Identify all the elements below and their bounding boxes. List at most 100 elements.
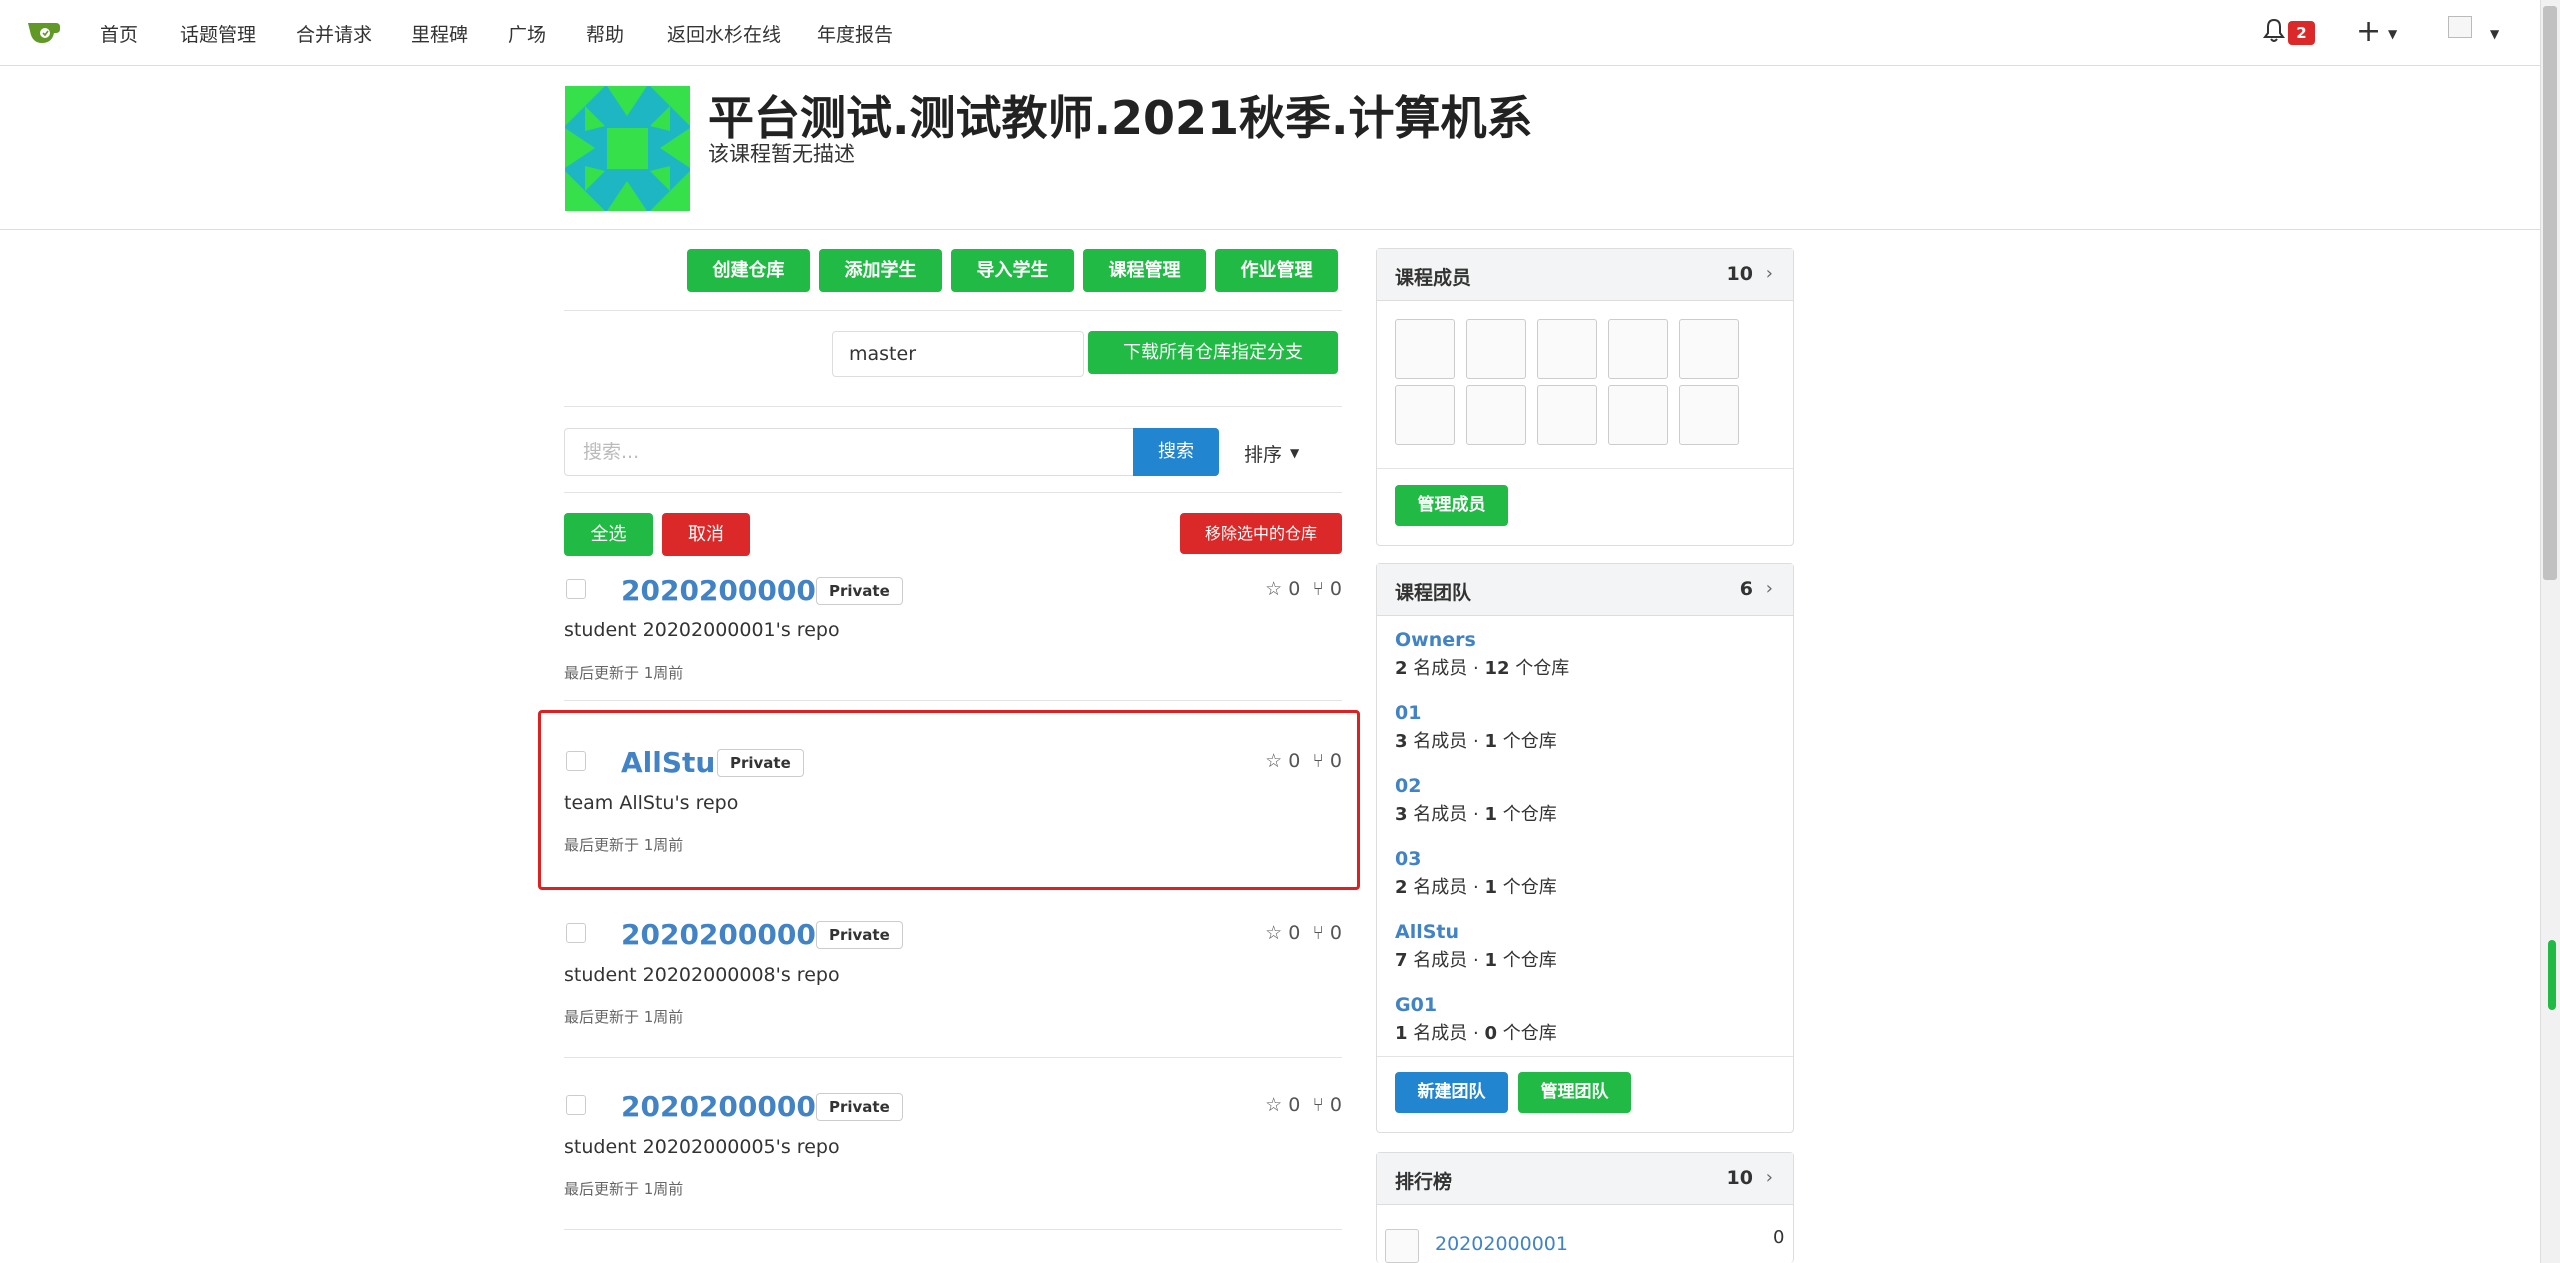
course-manage-button[interactable]: 课程管理 bbox=[1083, 249, 1206, 292]
manage-members-button[interactable]: 管理成员 bbox=[1395, 485, 1508, 526]
download-branch-button[interactable]: 下载所有仓库指定分支 bbox=[1088, 331, 1338, 374]
fork-icon: ⑂ bbox=[1312, 578, 1324, 600]
repo-description: student 20202000001's repo bbox=[564, 619, 840, 641]
divider bbox=[564, 310, 1342, 311]
divider bbox=[564, 700, 1342, 701]
team-info: 1 名成员 · 0 个仓库 bbox=[1395, 1023, 1557, 1044]
search-button[interactable]: 搜索 bbox=[1133, 428, 1219, 476]
nav-pull-requests[interactable]: 合并请求 bbox=[296, 20, 372, 47]
new-team-button[interactable]: 新建团队 bbox=[1395, 1072, 1508, 1113]
bell-icon[interactable] bbox=[2262, 17, 2286, 45]
team-info: 2 名成员 · 1 个仓库 bbox=[1395, 877, 1557, 898]
add-student-button[interactable]: 添加学生 bbox=[819, 249, 942, 292]
user-avatar[interactable] bbox=[2448, 16, 2472, 38]
repo-updated-time: 最后更新于 1周前 bbox=[564, 664, 684, 682]
repo-checkbox[interactable] bbox=[566, 1095, 586, 1115]
gitea-logo-icon[interactable] bbox=[26, 17, 62, 47]
ranking-avatar[interactable] bbox=[1385, 1229, 1419, 1263]
chevron-right-icon[interactable]: › bbox=[1766, 1167, 1773, 1188]
star-count: 0 bbox=[1288, 922, 1301, 944]
team-name-link[interactable]: G01 bbox=[1395, 994, 1437, 1016]
homework-manage-button[interactable]: 作业管理 bbox=[1215, 249, 1338, 292]
nav-home[interactable]: 首页 bbox=[100, 20, 138, 47]
member-avatar[interactable] bbox=[1466, 319, 1526, 379]
nav-back-to-site[interactable]: 返回水杉在线 bbox=[667, 20, 781, 47]
member-avatar[interactable] bbox=[1608, 385, 1668, 445]
team-info: 3 名成员 · 1 个仓库 bbox=[1395, 731, 1557, 752]
divider bbox=[564, 1057, 1342, 1058]
member-avatar[interactable] bbox=[1395, 385, 1455, 445]
branch-input[interactable]: master bbox=[832, 331, 1084, 377]
panel-header[interactable]: 课程团队 6 › bbox=[1377, 564, 1793, 616]
member-count: 10 bbox=[1726, 263, 1753, 285]
divider bbox=[564, 406, 1342, 407]
chevron-down-icon[interactable]: ▼ bbox=[2490, 27, 2499, 41]
repo-name-link[interactable]: 20202000008 bbox=[621, 918, 835, 951]
nav-explore[interactable]: 广场 bbox=[508, 20, 546, 47]
fork-count: 0 bbox=[1329, 1094, 1342, 1116]
chevron-down-icon[interactable]: ▼ bbox=[1290, 446, 1299, 460]
divider bbox=[564, 1229, 1342, 1230]
member-avatar[interactable] bbox=[1395, 319, 1455, 379]
nav-annual-report[interactable]: 年度报告 bbox=[817, 20, 893, 47]
team-name-link[interactable]: Owners bbox=[1395, 629, 1476, 651]
member-avatar[interactable] bbox=[1466, 385, 1526, 445]
team-name-link[interactable]: 03 bbox=[1395, 848, 1421, 870]
select-all-button[interactable]: 全选 bbox=[564, 513, 653, 556]
repo-name-link[interactable]: 20202000001 bbox=[621, 574, 835, 607]
star-count: 0 bbox=[1288, 578, 1301, 600]
repo-checkbox[interactable] bbox=[566, 579, 586, 599]
scrollbar-thumb[interactable] bbox=[2543, 6, 2557, 580]
import-student-button[interactable]: 导入学生 bbox=[951, 249, 1074, 292]
team-info: 3 名成员 · 1 个仓库 bbox=[1395, 804, 1557, 825]
repo-description: student 20202000008's repo bbox=[564, 964, 840, 986]
chevron-down-icon[interactable]: ▼ bbox=[2388, 27, 2397, 41]
star-icon: ☆ bbox=[1265, 578, 1283, 600]
member-avatar[interactable] bbox=[1537, 319, 1597, 379]
manage-team-button[interactable]: 管理团队 bbox=[1518, 1072, 1631, 1113]
team-name-link[interactable]: AllStu bbox=[1395, 921, 1459, 943]
notification-count-badge[interactable]: 2 bbox=[2288, 21, 2315, 45]
private-badge: Private bbox=[816, 921, 903, 949]
course-teams-panel: 课程团队 6 › Owners 2 名成员 · 12 个仓库 01 3 名成员 … bbox=[1376, 563, 1794, 1133]
chevron-right-icon[interactable]: › bbox=[1766, 578, 1773, 599]
panel-header[interactable]: 课程成员 10 › bbox=[1377, 249, 1793, 301]
list-item: 20202000001 Private ☆ 0 ⑂ 0 student 2020… bbox=[564, 574, 1342, 714]
fork-icon: ⑂ bbox=[1312, 922, 1324, 944]
team-info: 7 名成员 · 1 个仓库 bbox=[1395, 950, 1557, 971]
nav-milestones[interactable]: 里程碑 bbox=[411, 20, 468, 47]
list-item: 20202000005 Private ☆ 0 ⑂ 0 student 2020… bbox=[564, 1090, 1342, 1230]
search-input[interactable]: 搜索... bbox=[564, 428, 1134, 476]
member-avatar[interactable] bbox=[1608, 319, 1668, 379]
cancel-selection-button[interactable]: 取消 bbox=[662, 513, 750, 556]
member-avatar[interactable] bbox=[1679, 319, 1739, 379]
member-avatar[interactable] bbox=[1679, 385, 1739, 445]
chevron-right-icon[interactable]: › bbox=[1766, 263, 1773, 284]
ranking-panel: 排行榜 10 › 20202000001 0 bbox=[1376, 1152, 1794, 1263]
list-item: 20202000008 Private ☆ 0 ⑂ 0 student 2020… bbox=[564, 918, 1342, 1058]
private-badge: Private bbox=[816, 577, 903, 605]
repo-description: student 20202000005's repo bbox=[564, 1136, 840, 1158]
sort-dropdown[interactable]: 排序 bbox=[1244, 440, 1282, 467]
member-avatar[interactable] bbox=[1537, 385, 1597, 445]
highlight-annotation-box bbox=[538, 710, 1360, 890]
repo-name-link[interactable]: 20202000005 bbox=[621, 1090, 835, 1123]
team-name-link[interactable]: 01 bbox=[1395, 702, 1421, 724]
top-navbar: 首页 话题管理 合并请求 里程碑 广场 帮助 返回水杉在线 年度报告 2 + ▼… bbox=[0, 0, 2540, 66]
create-repo-button[interactable]: 创建仓库 bbox=[687, 249, 810, 292]
nav-help[interactable]: 帮助 bbox=[586, 20, 624, 47]
team-name-link[interactable]: 02 bbox=[1395, 775, 1421, 797]
repo-updated-time: 最后更新于 1周前 bbox=[564, 1008, 684, 1026]
create-new-icon[interactable]: + bbox=[2356, 14, 2381, 49]
panel-title: 课程成员 bbox=[1395, 267, 1472, 289]
fork-icon: ⑂ bbox=[1312, 1094, 1324, 1116]
panel-header[interactable]: 排行榜 10 › bbox=[1377, 1153, 1793, 1205]
scroll-position-marker bbox=[2548, 940, 2556, 1010]
panel-title: 排行榜 bbox=[1395, 1171, 1453, 1193]
repo-checkbox[interactable] bbox=[566, 923, 586, 943]
nav-issues[interactable]: 话题管理 bbox=[180, 20, 256, 47]
star-count: 0 bbox=[1288, 1094, 1301, 1116]
private-badge: Private bbox=[816, 1093, 903, 1121]
ranking-name-link[interactable]: 20202000001 bbox=[1435, 1233, 1568, 1255]
remove-selected-repos-button[interactable]: 移除选中的仓库 bbox=[1180, 513, 1342, 554]
